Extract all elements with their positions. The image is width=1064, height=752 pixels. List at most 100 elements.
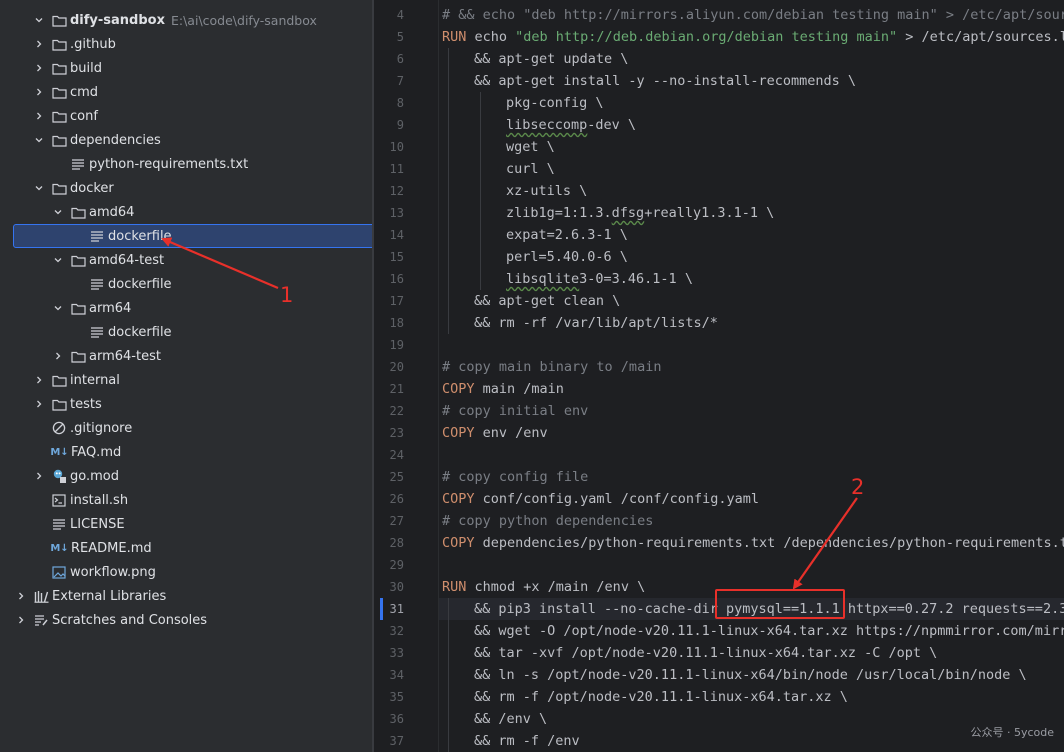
tree-item-workflow-png[interactable]: workflow.png	[0, 560, 372, 584]
code-line[interactable]: && tar -xvf /opt/node-v20.11.1-linux-x64…	[474, 642, 937, 664]
code-token: COPY	[442, 381, 483, 397]
line-number: 23	[389, 426, 404, 440]
tree-item-docker[interactable]: docker	[0, 176, 372, 200]
annotation-label-1: 1	[280, 283, 294, 307]
code-line[interactable]: && apt-get update \	[474, 48, 628, 70]
chevron-right-icon[interactable]	[32, 104, 46, 128]
tree-item-label: arm64-test	[89, 348, 161, 364]
code-line[interactable]: COPY env /env	[442, 422, 548, 444]
tree-item-license[interactable]: LICENSE	[0, 512, 372, 536]
tree-item-dependencies[interactable]: dependencies	[0, 128, 372, 152]
chevron-right-icon[interactable]	[51, 344, 65, 368]
tree-item-tests[interactable]: tests	[0, 392, 372, 416]
tree-item-scratches-and-consoles[interactable]: Scratches and Consoles	[0, 608, 372, 632]
tree-item-cmd[interactable]: cmd	[0, 80, 372, 104]
tree-item-label: docker	[70, 180, 114, 196]
code-token: zlib1g=1:1.3.	[506, 205, 612, 221]
chevron-down-icon[interactable]	[51, 248, 65, 272]
code-line[interactable]: COPY conf/config.yaml /conf/config.yaml	[442, 488, 759, 510]
code-line[interactable]: xz-utils \	[506, 180, 587, 202]
tree-item-faq-md[interactable]: M↓ FAQ.md	[0, 440, 372, 464]
tree-item-dify-sandbox[interactable]: dify-sandbox E:\ai\code\dify-sandbox	[0, 8, 372, 32]
chevron-down-icon[interactable]	[51, 200, 65, 224]
folder-icon	[70, 300, 86, 316]
tree-item-label: dockerfile	[108, 228, 172, 244]
code-line[interactable]: && ln -s /opt/node-v20.11.1-linux-x64/bi…	[474, 664, 1027, 686]
tree-item-build[interactable]: build	[0, 56, 372, 80]
code-line[interactable]: && rm -f /opt/node-v20.11.1-linux-x64.ta…	[474, 686, 848, 708]
indent-guide	[480, 92, 481, 290]
line-number: 25	[389, 470, 404, 484]
code-line[interactable]: && rm -rf /var/lib/apt/lists/*	[474, 312, 718, 334]
tree-item-arm64-test[interactable]: arm64-test	[0, 344, 372, 368]
code-line[interactable]: zlib1g=1:1.3.dfsg+really1.3.1-1 \	[506, 202, 774, 224]
tree-item-label: go.mod	[70, 468, 119, 484]
tree-item-external-libraries[interactable]: External Libraries	[0, 584, 372, 608]
code-token: expat=2.6.3-1 \	[506, 227, 628, 243]
tree-item-label: README.md	[71, 540, 152, 556]
tree-item-conf[interactable]: conf	[0, 104, 372, 128]
code-line[interactable]: expat=2.6.3-1 \	[506, 224, 628, 246]
code-line[interactable]: pkg-config \	[506, 92, 604, 114]
folder-icon	[51, 84, 67, 100]
code-line[interactable]: wget \	[506, 136, 555, 158]
chevron-right-icon[interactable]	[32, 80, 46, 104]
chevron-down-icon[interactable]	[32, 176, 46, 200]
code-line[interactable]: # && echo "deb http://mirrors.aliyun.com…	[442, 4, 1064, 26]
tree-item-label: build	[70, 60, 102, 76]
tree-item-amd64[interactable]: amd64	[0, 200, 372, 224]
folder-icon	[51, 132, 67, 148]
tree-item-internal[interactable]: internal	[0, 368, 372, 392]
chevron-right-icon[interactable]	[14, 584, 28, 608]
code-line[interactable]: curl \	[506, 158, 555, 180]
code-line[interactable]: libsqlite3-0=3.46.1-1 \	[506, 268, 693, 290]
tree-item-python-requirements-txt[interactable]: python-requirements.txt	[0, 152, 372, 176]
code-line[interactable]: RUN echo "deb http://deb.debian.org/debi…	[442, 26, 1064, 48]
folder-icon	[51, 60, 67, 76]
code-line[interactable]: perl=5.40.0-6 \	[506, 246, 628, 268]
tree-item-label: Scratches and Consoles	[52, 612, 208, 628]
code-line[interactable]: && /env \	[474, 708, 547, 730]
tree-item-amd64-test[interactable]: amd64-test	[0, 248, 372, 272]
indent-guide	[448, 48, 449, 334]
code-line[interactable]: && apt-get install -y --no-install-recom…	[474, 70, 856, 92]
code-token: && rm -f /env	[474, 733, 580, 749]
tree-item-github[interactable]: .github	[0, 32, 372, 56]
line-number: 36	[389, 712, 404, 726]
code-line[interactable]: # copy initial env	[442, 400, 588, 422]
code-line[interactable]: # copy config file	[442, 466, 588, 488]
folder-icon	[70, 348, 86, 364]
chevron-right-icon[interactable]	[32, 392, 46, 416]
chevron-right-icon[interactable]	[32, 464, 46, 488]
chevron-down-icon[interactable]	[51, 296, 65, 320]
code-line[interactable]: && rm -f /env	[474, 730, 580, 752]
code-token: && apt-get install -y --no-install-recom…	[474, 73, 857, 89]
code-line[interactable]: COPY main /main	[442, 378, 564, 400]
tree-item-arm64[interactable]: arm64	[0, 296, 372, 320]
chevron-right-icon[interactable]	[14, 608, 28, 632]
tree-item-dockerfile[interactable]: dockerfile	[0, 320, 372, 344]
tree-item-go-mod[interactable]: go.mod	[0, 464, 372, 488]
code-line[interactable]: COPY dependencies/python-requirements.tx…	[442, 532, 1064, 554]
chevron-right-icon[interactable]	[32, 56, 46, 80]
code-line[interactable]: libseccomp-dev \	[506, 114, 636, 136]
code-editor[interactable]: # && echo "deb http://mirrors.aliyun.com…	[439, 0, 1064, 752]
project-tool-window: dify-sandbox E:\ai\code\dify-sandbox .gith…	[0, 0, 372, 752]
chevron-right-icon[interactable]	[32, 32, 46, 56]
tree-item-dockerfile[interactable]: dockerfile	[0, 224, 372, 248]
code-line[interactable]: && apt-get clean \	[474, 290, 620, 312]
chevron-down-icon[interactable]	[32, 128, 46, 152]
tree-item-dockerfile[interactable]: dockerfile	[0, 272, 372, 296]
tree-item-readme-md[interactable]: M↓ README.md	[0, 536, 372, 560]
code-line[interactable]: RUN chmod +x /main /env \	[442, 576, 645, 598]
tree-item-install-sh[interactable]: install.sh	[0, 488, 372, 512]
tree-item-label: tests	[70, 396, 102, 412]
chevron-down-icon[interactable]	[32, 8, 46, 32]
code-line[interactable]: && wget -O /opt/node-v20.11.1-linux-x64.…	[474, 620, 1064, 642]
scratches-icon	[33, 612, 49, 628]
code-line[interactable]: # copy python dependencies	[442, 510, 653, 532]
tree-item-gitignore[interactable]: .gitignore	[0, 416, 372, 440]
code-line[interactable]: # copy main binary to /main	[442, 356, 661, 378]
chevron-right-icon[interactable]	[32, 368, 46, 392]
